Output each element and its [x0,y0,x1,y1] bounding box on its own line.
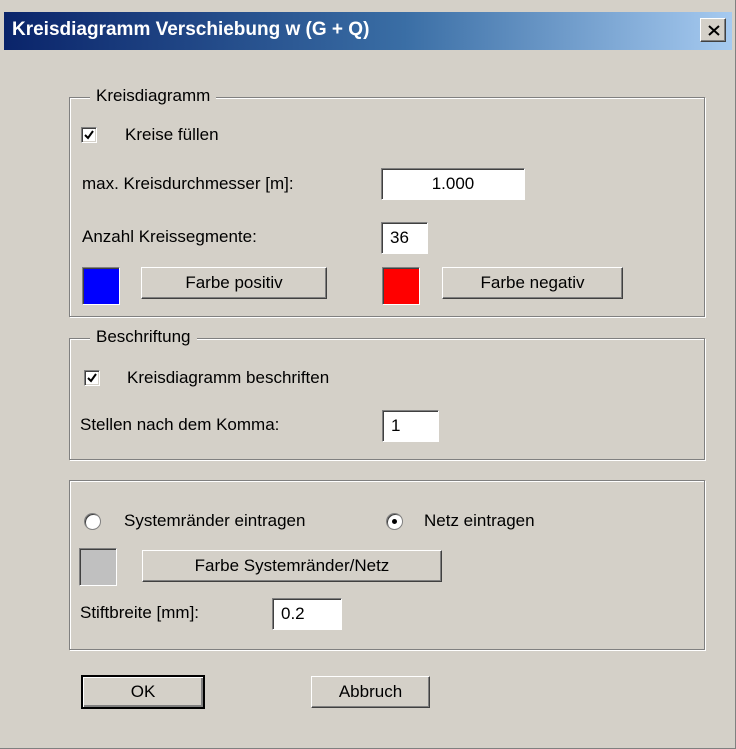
pen-width-field[interactable] [272,598,342,630]
group-system: Systemränder eintragen Netz eintragen Fa… [69,480,705,650]
label-diagram-checkbox[interactable] [84,370,100,386]
label-diagram-label[interactable]: Kreisdiagramm beschriften [127,368,329,388]
decimals-field[interactable] [382,410,439,442]
checkmark-icon [87,373,97,383]
decimals-input[interactable] [383,411,438,441]
positive-color-swatch [82,267,120,305]
cancel-button[interactable]: Abbruch [311,676,430,708]
close-button[interactable] [700,18,726,42]
close-icon [708,25,720,36]
color-positive-button[interactable]: Farbe positiv [141,267,327,299]
fill-circles-checkbox[interactable] [81,127,97,143]
system-edges-radio[interactable] [84,513,101,530]
fill-circles-label[interactable]: Kreise füllen [125,125,219,145]
radio-selected-dot [392,519,397,524]
negative-color-swatch [382,267,420,305]
grid-label[interactable]: Netz eintragen [424,511,535,531]
segments-input[interactable] [382,223,427,253]
window-title: Kreisdiagramm Verschiebung w (G + Q) [12,19,370,40]
system-color-swatch [79,548,117,586]
title-bar[interactable]: Kreisdiagramm Verschiebung w (G + Q) [4,12,732,50]
pen-width-input[interactable] [273,599,341,629]
max-diameter-input[interactable] [382,169,524,199]
group-kreisdiagramm: Kreisdiagramm Kreise füllen max. Kreisdu… [69,86,705,317]
max-diameter-field[interactable] [381,168,525,200]
checkmark-icon [84,130,94,140]
color-negative-button[interactable]: Farbe negativ [442,267,623,299]
group-beschriftung: Beschriftung Kreisdiagramm beschriften S… [69,327,705,460]
system-edges-label[interactable]: Systemränder eintragen [124,511,305,531]
system-color-button[interactable]: Farbe Systemränder/Netz [142,550,442,582]
decimals-label: Stellen nach dem Komma: [80,415,280,434]
max-diameter-label: max. Kreisdurchmesser [m]: [82,174,294,193]
ok-button[interactable]: OK [81,675,205,709]
grid-radio[interactable] [386,513,403,530]
segments-field[interactable] [381,222,428,254]
group-legend: Kreisdiagramm [90,86,217,106]
pen-width-label: Stiftbreite [mm]: [80,603,200,622]
group-legend: Beschriftung [90,327,197,347]
dialog-window: Kreisdiagramm Verschiebung w (G + Q) Kre… [0,0,736,749]
segments-label: Anzahl Kreissegmente: [82,227,257,246]
